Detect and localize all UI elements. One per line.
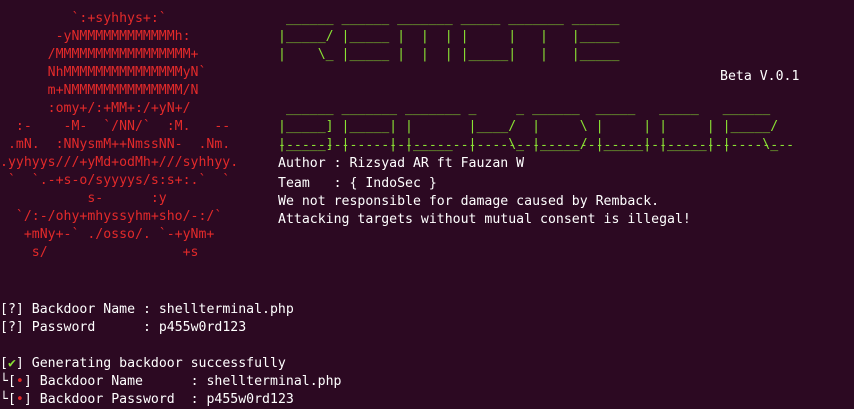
divider-line: ----------------------------------------… bbox=[278, 138, 795, 153]
logo-ascii-art: `:+syhhys+:` -yNMMMMMMMMMMMMh: /MMMMMMMM… bbox=[0, 11, 239, 260]
prompt-text: Backdoor Name : shellterminal.php bbox=[23, 302, 294, 317]
team-line: Team : { IndoSec } bbox=[278, 176, 437, 191]
result-backdoor-name: └[•] Backdoor Name : shellterminal.php bbox=[0, 373, 341, 391]
bracket-open: [ bbox=[0, 356, 8, 371]
question-mark-icon: ? bbox=[7, 320, 16, 335]
question-mark-icon: ? bbox=[7, 302, 16, 317]
prompt-text: Password : p455w0rd123 bbox=[23, 320, 247, 335]
status-text: Generating backdoor successfully bbox=[23, 356, 286, 371]
bullet-icon: • bbox=[15, 374, 24, 389]
check-mark-icon: ✔ bbox=[7, 356, 16, 371]
bracket-close: ] bbox=[15, 320, 24, 335]
result-text: Backdoor Name : shellterminal.php bbox=[31, 374, 342, 389]
bracket-open: [ bbox=[0, 320, 8, 335]
author-line: Author : Rizsyad AR ft Fauzan W bbox=[278, 156, 525, 171]
bullet-icon: • bbox=[15, 392, 24, 407]
terminal-window[interactable]: `:+syhhys+:` -yNMMMMMMMMMMMMh: /MMMMMMMM… bbox=[0, 0, 854, 409]
result-text: Backdoor Password : p455w0rd123 bbox=[31, 392, 294, 407]
warning-line: Attacking targets without mutual consent… bbox=[278, 212, 691, 227]
result-backdoor-password: └[•] Backdoor Password : p455w0rd123 bbox=[0, 391, 294, 409]
prompt-password: [?] Password : p455w0rd123 bbox=[0, 319, 246, 337]
bracket-open: [ bbox=[0, 302, 8, 317]
bracket-open: [ bbox=[7, 392, 16, 407]
bracket-close: ] bbox=[15, 302, 24, 317]
prompt-backdoor-name: [?] Backdoor Name : shellterminal.php bbox=[0, 301, 294, 319]
version-label: Beta V.0.1 bbox=[720, 69, 800, 84]
bracket-close: ] bbox=[23, 392, 32, 407]
remote-backdoor-title-art: ______ ______ _______ _____ _______ ____… bbox=[278, 11, 779, 152]
tree-branch-icon: └ bbox=[0, 392, 8, 407]
bracket-open: [ bbox=[7, 374, 16, 389]
disclaimer-line: We not responsible for damage caused by … bbox=[278, 194, 660, 209]
tree-branch-icon: └ bbox=[0, 374, 8, 389]
bracket-close: ] bbox=[23, 374, 32, 389]
status-success-line: [✔] Generating backdoor successfully bbox=[0, 355, 286, 373]
bracket-close: ] bbox=[15, 356, 24, 371]
